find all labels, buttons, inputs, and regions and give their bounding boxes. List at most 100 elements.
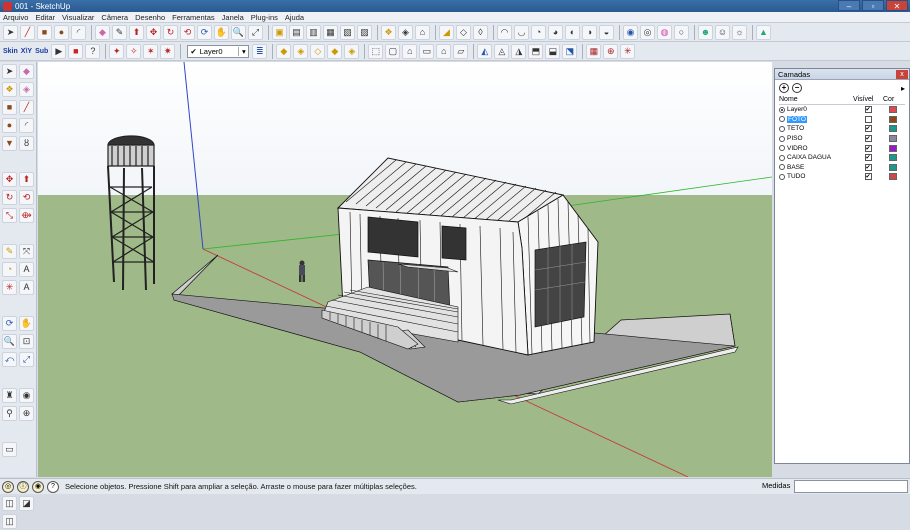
edge-style-icon[interactable]: ○ [674, 24, 689, 40]
visible-checkbox[interactable]: ✔ [864, 163, 872, 171]
arc-tool-icon[interactable]: ◜ [71, 24, 86, 40]
style-1-icon[interactable]: ◆ [276, 43, 292, 59]
layer-color-swatch[interactable] [889, 115, 897, 123]
zoom-icon[interactable]: 🔍 [2, 333, 17, 349]
pencil-icon[interactable]: ╱ [19, 99, 34, 115]
move-tool-icon[interactable]: ✥ [146, 24, 161, 40]
style-3-icon[interactable]: ◇ [310, 43, 326, 59]
active-layer-radio[interactable] [779, 164, 785, 171]
stop-icon[interactable]: ■ [68, 43, 84, 59]
follow-me-icon[interactable]: ⟲ [180, 24, 195, 40]
layer-name[interactable]: FOTO [787, 115, 807, 123]
position-camera-icon[interactable]: ♜ [2, 387, 17, 403]
sandbox-tool-7-icon[interactable]: ◒ [599, 24, 614, 40]
layer-row[interactable]: TETO ✔ [779, 124, 905, 134]
previous-view-icon[interactable]: ⤺ [2, 351, 17, 367]
section-icon[interactable]: ⊕ [19, 405, 34, 421]
make-component-icon[interactable]: ❖ [2, 81, 17, 97]
google-earth-icon[interactable]: ☻ [698, 24, 713, 40]
zoom-extents-icon[interactable]: ⤢ [248, 24, 263, 40]
visible-checkbox[interactable]: ✔ [864, 144, 872, 152]
layer-name[interactable]: CAIXA DAGUA [787, 154, 831, 161]
menu-desenho[interactable]: Desenho [135, 13, 165, 22]
layer-row[interactable]: CAIXA DAGUA ✔ [779, 153, 905, 163]
layer-color-swatch[interactable] [889, 106, 897, 114]
sandbox-tool-2-icon[interactable]: ◡ [514, 24, 529, 40]
xray-icon[interactable]: ◭ [477, 43, 493, 59]
rectangle-icon[interactable]: ■ [2, 99, 17, 115]
pan-icon[interactable]: ✋ [19, 315, 34, 331]
layer-name[interactable]: TUDO [787, 173, 805, 180]
sandbox-4-icon[interactable]: ◪ [19, 495, 34, 511]
sandbox-tool-5-icon[interactable]: ◐ [565, 24, 580, 40]
shadow-toggle-icon[interactable]: ◉ [623, 24, 638, 40]
layer-row[interactable]: FOTO [779, 115, 905, 125]
remove-layer-icon[interactable]: − [792, 83, 802, 93]
layer-color-swatch[interactable] [889, 173, 897, 181]
eraser-tool-icon[interactable]: ◆ [95, 24, 110, 40]
eraser-icon[interactable]: ◆ [19, 63, 34, 79]
menu-janela[interactable]: Janela [222, 13, 244, 22]
sandbox-tool-1-icon[interactable]: ◠ [497, 24, 512, 40]
share-model-icon[interactable]: ☼ [732, 24, 747, 40]
walk-icon[interactable]: ⚲ [2, 405, 17, 421]
paint-icon[interactable]: ◈ [19, 81, 34, 97]
drawing-viewport[interactable] [38, 62, 772, 477]
layer-row[interactable]: Layer0 ✔ [779, 105, 905, 115]
column-color[interactable]: Cor [883, 96, 903, 104]
visible-checkbox[interactable]: ✔ [864, 154, 872, 162]
skin-label[interactable]: Skin [3, 48, 18, 55]
geolocation-icon[interactable]: ◎ [2, 480, 14, 493]
close-button[interactable]: ✕ [886, 0, 908, 11]
details-arrow-icon[interactable]: ▸ [901, 84, 905, 93]
active-layer-radio[interactable] [779, 116, 785, 123]
help-icon[interactable]: ? [85, 43, 101, 59]
view-top-icon[interactable]: ▢ [385, 43, 401, 59]
section-cut-icon[interactable]: ◊ [473, 24, 488, 40]
model-scene[interactable] [38, 62, 772, 477]
zoom-window-icon[interactable]: ⊡ [19, 333, 34, 349]
layer-color-swatch[interactable] [889, 154, 897, 162]
layers-panel-titlebar[interactable]: Camadas x [775, 69, 909, 80]
plugin-tool-3-icon[interactable]: ✶ [143, 43, 159, 59]
circle-tool-icon[interactable]: ● [54, 24, 69, 40]
close-icon[interactable]: x [896, 69, 908, 79]
grid-icon[interactable]: ▦ [586, 43, 602, 59]
layer-dropdown[interactable]: ✔ Layer0 ▾ [187, 44, 250, 58]
minimize-button[interactable]: – [838, 0, 860, 11]
layers-icon[interactable]: ▭ [2, 441, 17, 457]
match-photo-icon[interactable]: ◍ [657, 24, 672, 40]
credits-icon[interactable]: ⓘ [17, 480, 29, 493]
axes-side-icon[interactable]: ✳ [2, 279, 17, 295]
sandbox-3-icon[interactable]: ◫ [2, 495, 17, 511]
xyz-label[interactable]: X\Y [21, 48, 32, 55]
style-2-icon[interactable]: ◈ [293, 43, 309, 59]
column-visible[interactable]: Visível [853, 96, 883, 104]
layer-name[interactable]: TETO [787, 125, 804, 132]
right-view-icon[interactable]: ▦ [323, 24, 338, 40]
iso-view-icon[interactable]: ▣ [272, 24, 287, 40]
left-view-icon[interactable]: ▨ [357, 24, 372, 40]
column-name[interactable]: Nome [779, 96, 853, 104]
hidden-line-icon[interactable]: ◮ [511, 43, 527, 59]
materials-icon[interactable]: ◈ [398, 24, 413, 40]
scale-icon[interactable]: ⤡ [2, 207, 17, 223]
layer-name[interactable]: VIDRO [787, 145, 808, 152]
get-models-icon[interactable]: ☺ [715, 24, 730, 40]
layer-row[interactable]: PISO ✔ [779, 134, 905, 144]
active-layer-radio[interactable] [779, 106, 785, 113]
rotate-tool-icon[interactable]: ↻ [163, 24, 178, 40]
3d-text-icon[interactable]: A [19, 279, 34, 295]
menu-editar[interactable]: Editar [35, 13, 55, 22]
circle-icon[interactable]: ● [2, 117, 17, 133]
view-home-icon[interactable]: ⌂ [402, 43, 418, 59]
tape-measure-icon[interactable]: ✎ [2, 243, 17, 259]
shaded-textures-icon[interactable]: ⬓ [545, 43, 561, 59]
menu-ferramentas[interactable]: Ferramentas [172, 13, 215, 22]
wireframe-icon[interactable]: ◬ [494, 43, 510, 59]
sub-label[interactable]: Sub [35, 48, 48, 55]
front-view-icon[interactable]: ▥ [306, 24, 321, 40]
pan-tool-icon[interactable]: ✋ [214, 24, 229, 40]
visible-checkbox[interactable]: ✔ [864, 106, 872, 114]
select-icon[interactable]: ➤ [2, 63, 17, 79]
